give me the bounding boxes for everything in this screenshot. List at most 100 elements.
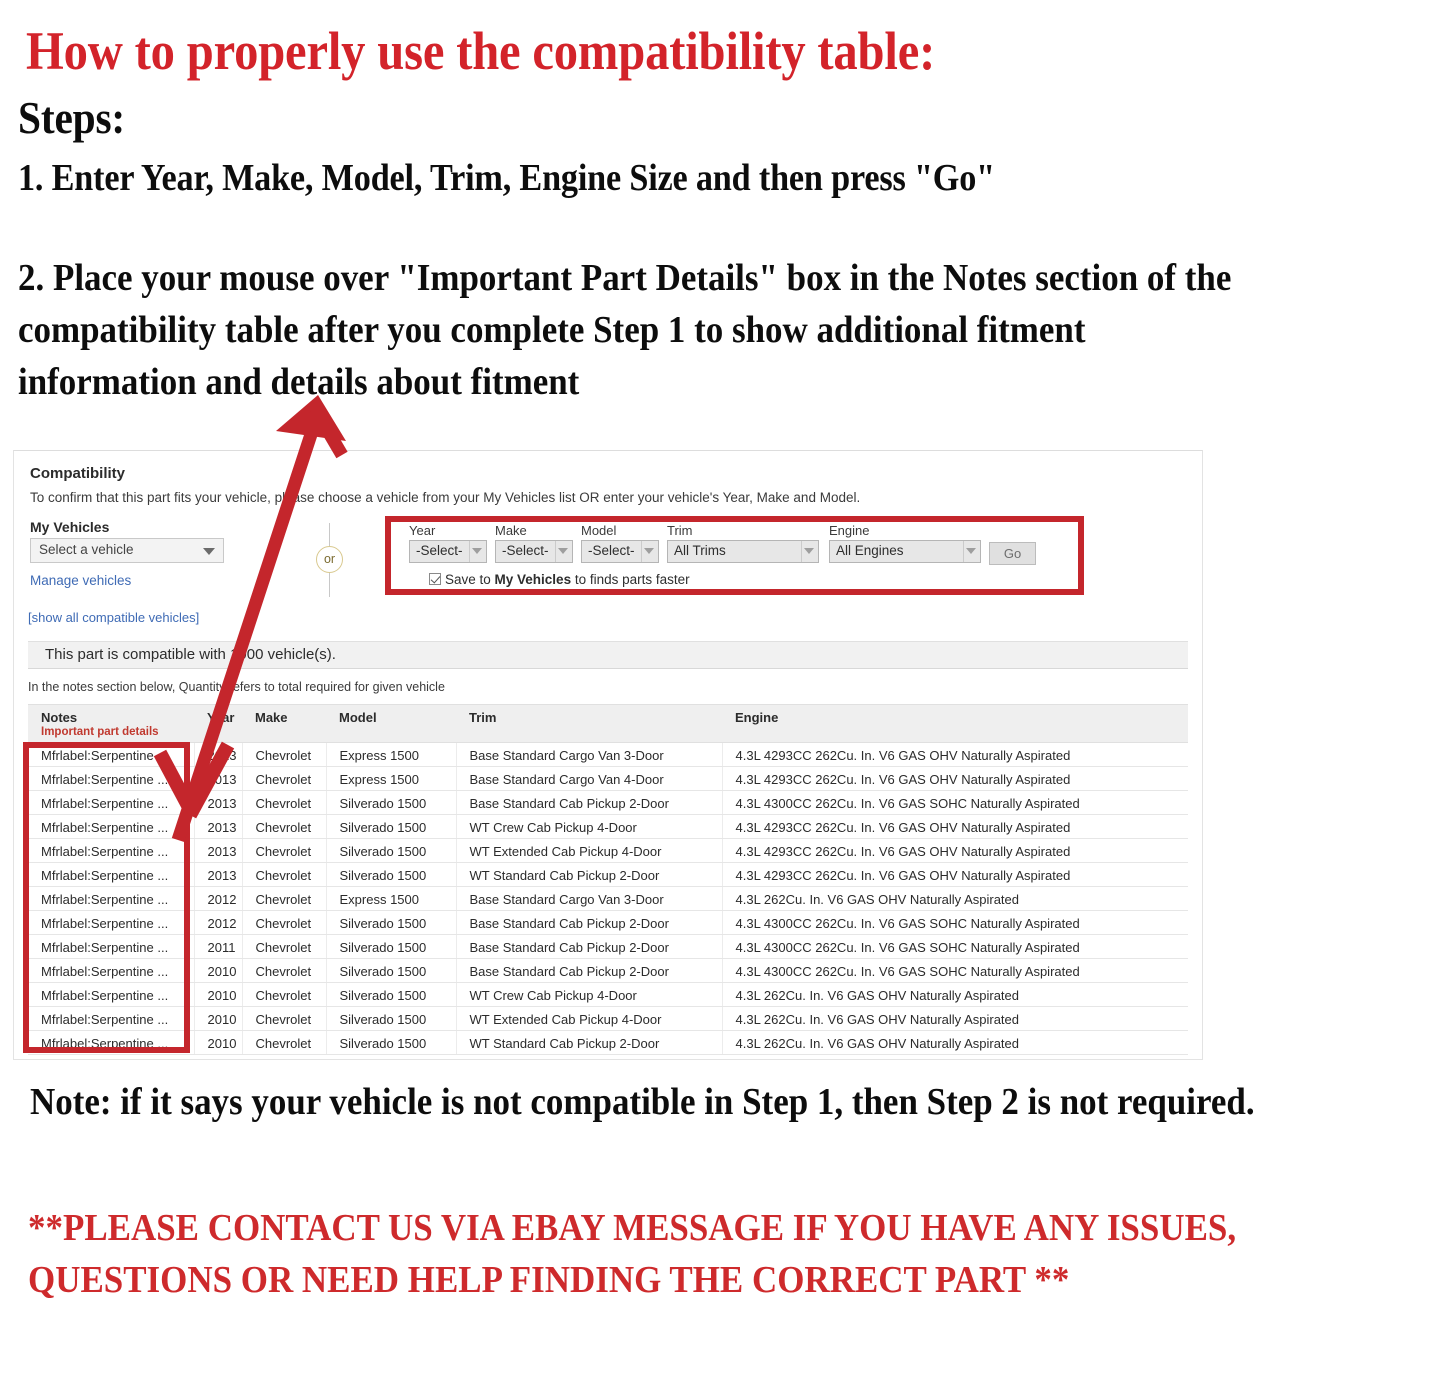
- cell-make: Chevrolet: [242, 838, 327, 863]
- cell-trim: Base Standard Cab Pickup 2-Door: [456, 790, 723, 815]
- cell-engine: 4.3L 4300CC 262Cu. In. V6 GAS SOHC Natur…: [722, 790, 1188, 815]
- show-all-compatible-vehicles-link[interactable]: [show all compatible vehicles]: [28, 610, 199, 625]
- vehicle-select-value: Select a vehicle: [39, 542, 134, 557]
- or-badge-label: or: [316, 546, 343, 573]
- cell-trim: Base Standard Cargo Van 4-Door: [456, 766, 723, 791]
- cell-year: 2010: [194, 1030, 243, 1055]
- cell-notes: Mfrlabel:Serpentine ...: [28, 766, 195, 791]
- page-title: How to properly use the compatibility ta…: [26, 21, 936, 81]
- column-header-engine[interactable]: Engine: [722, 704, 1188, 743]
- column-header-notes[interactable]: Notes Important part details: [28, 704, 194, 743]
- cell-engine: 4.3L 262Cu. In. V6 GAS OHV Naturally Asp…: [722, 982, 1188, 1007]
- cell-engine: 4.3L 4293CC 262Cu. In. V6 GAS OHV Natura…: [722, 766, 1188, 791]
- cell-notes: Mfrlabel:Serpentine ...: [28, 862, 195, 887]
- column-header-trim[interactable]: Trim: [456, 704, 722, 743]
- step-one-text: 1. Enter Year, Make, Model, Trim, Engine…: [18, 157, 995, 199]
- chevron-down-icon: [804, 548, 814, 554]
- save-bold-text: My Vehicles: [494, 572, 572, 587]
- cell-model: Express 1500: [326, 886, 457, 911]
- contact-text: **PLEASE CONTACT US VIA EBAY MESSAGE IF …: [28, 1207, 1237, 1301]
- note-text: Note: if it says your vehicle is not com…: [30, 1081, 1255, 1123]
- make-label: Make: [495, 523, 527, 538]
- cell-notes: Mfrlabel:Serpentine ...: [28, 982, 195, 1007]
- engine-value: All Engines: [836, 543, 904, 558]
- column-header-make[interactable]: Make: [242, 704, 326, 743]
- cell-engine: 4.3L 4293CC 262Cu. In. V6 GAS OHV Natura…: [722, 742, 1188, 767]
- table-row: Mfrlabel:Serpentine ... 2013 Chevrolet Silv…: [28, 838, 1188, 863]
- cell-model: Silverado 1500: [326, 982, 457, 1007]
- trim-label: Trim: [667, 523, 693, 538]
- save-to-my-vehicles-row[interactable]: Save to My Vehicles to finds parts faste…: [429, 572, 690, 587]
- cell-year: 2010: [194, 958, 243, 983]
- cell-make: Chevrolet: [242, 862, 327, 887]
- cell-engine: 4.3L 262Cu. In. V6 GAS OHV Naturally Asp…: [722, 886, 1188, 911]
- cell-engine: 4.3L 4293CC 262Cu. In. V6 GAS OHV Natura…: [722, 814, 1188, 839]
- cell-year: 2013: [194, 862, 243, 887]
- go-button[interactable]: Go: [989, 542, 1036, 565]
- column-header-year[interactable]: Year: [194, 704, 242, 743]
- cell-make: Chevrolet: [242, 1030, 327, 1055]
- cell-year: 2013: [194, 814, 243, 839]
- year-value: -Select-: [416, 543, 463, 558]
- cell-notes: Mfrlabel:Serpentine ...: [28, 886, 195, 911]
- compatibility-subtitle: To confirm that this part fits your vehi…: [30, 490, 861, 505]
- engine-field: Engine All Engines: [829, 523, 981, 563]
- manage-vehicles-link[interactable]: Manage vehicles: [30, 573, 131, 588]
- cell-year: 2010: [194, 982, 243, 1007]
- cell-trim: WT Crew Cab Pickup 4-Door: [456, 982, 723, 1007]
- cell-engine: 4.3L 4300CC 262Cu. In. V6 GAS SOHC Natur…: [722, 910, 1188, 935]
- cell-model: Silverado 1500: [326, 814, 457, 839]
- cell-notes: Mfrlabel:Serpentine ...: [28, 838, 195, 863]
- cell-trim: Base Standard Cargo Van 3-Door: [456, 886, 723, 911]
- table-row: Mfrlabel:Serpentine ... 2011 Chevrolet Silv…: [28, 934, 1188, 959]
- compatibility-panel: Compatibility To confirm that this part …: [13, 450, 1203, 1060]
- cell-make: Chevrolet: [242, 1006, 327, 1031]
- important-part-details-label: Important part details: [41, 726, 159, 738]
- cell-engine: 4.3L 4300CC 262Cu. In. V6 GAS SOHC Natur…: [722, 934, 1188, 959]
- cell-make: Chevrolet: [242, 910, 327, 935]
- make-field: Make -Select-: [495, 523, 573, 563]
- cell-year: 2013: [194, 766, 243, 791]
- cell-notes: Mfrlabel:Serpentine ...: [28, 1030, 195, 1055]
- cell-notes: Mfrlabel:Serpentine ...: [28, 1006, 195, 1031]
- cell-engine: 4.3L 4293CC 262Cu. In. V6 GAS OHV Natura…: [722, 838, 1188, 863]
- cell-model: Silverado 1500: [326, 862, 457, 887]
- instruction-graphic: How to properly use the compatibility ta…: [0, 0, 1445, 1393]
- cell-engine: 4.3L 262Cu. In. V6 GAS OHV Naturally Asp…: [722, 1006, 1188, 1031]
- model-select[interactable]: -Select-: [581, 540, 659, 563]
- engine-select[interactable]: All Engines: [829, 540, 981, 563]
- save-checkbox[interactable]: [429, 573, 441, 585]
- cell-notes: Mfrlabel:Serpentine ...: [28, 742, 195, 767]
- quantity-note: In the notes section below, Quantity ref…: [28, 680, 445, 694]
- cell-notes: Mfrlabel:Serpentine ...: [28, 814, 195, 839]
- cell-make: Chevrolet: [242, 982, 327, 1007]
- table-row: Mfrlabel:Serpentine ... 2013 Chevrolet Silv…: [28, 790, 1188, 815]
- cell-model: Silverado 1500: [326, 790, 457, 815]
- cell-make: Chevrolet: [242, 814, 327, 839]
- vehicle-select-dropdown[interactable]: Select a vehicle: [30, 538, 224, 563]
- steps-label: Steps:: [18, 92, 126, 143]
- column-header-model[interactable]: Model: [326, 704, 456, 743]
- save-suffix-text: to finds parts faster: [571, 572, 690, 587]
- make-select[interactable]: -Select-: [495, 540, 573, 563]
- step-two-text: 2. Place your mouse over "Important Part…: [18, 257, 1232, 403]
- table-row: Mfrlabel:Serpentine ... 2013 Chevrolet Expr…: [28, 742, 1188, 767]
- table-row: Mfrlabel:Serpentine ... 2013 Chevrolet Silv…: [28, 862, 1188, 887]
- cell-engine: 4.3L 4300CC 262Cu. In. V6 GAS SOHC Natur…: [722, 958, 1188, 983]
- table-row: Mfrlabel:Serpentine ... 2010 Chevrolet Silv…: [28, 958, 1188, 983]
- compatibility-status-banner: This part is compatible with 1000 vehicl…: [28, 641, 1188, 669]
- cell-model: Silverado 1500: [326, 958, 457, 983]
- year-select[interactable]: -Select-: [409, 540, 487, 563]
- chevron-down-icon: [203, 548, 215, 555]
- model-field: Model -Select-: [581, 523, 659, 563]
- cell-model: Silverado 1500: [326, 1006, 457, 1031]
- table-row: Mfrlabel:Serpentine ... 2010 Chevrolet Silv…: [28, 1006, 1188, 1031]
- model-value: -Select-: [588, 543, 635, 558]
- table-row: Mfrlabel:Serpentine ... 2013 Chevrolet Silv…: [28, 814, 1188, 839]
- cell-model: Express 1500: [326, 742, 457, 767]
- cell-trim: WT Standard Cab Pickup 2-Door: [456, 862, 723, 887]
- cell-year: 2012: [194, 910, 243, 935]
- cell-model: Silverado 1500: [326, 1030, 457, 1055]
- table-body: Mfrlabel:Serpentine ... 2013 Chevrolet Expr…: [28, 742, 1188, 1055]
- trim-select[interactable]: All Trims: [667, 540, 819, 563]
